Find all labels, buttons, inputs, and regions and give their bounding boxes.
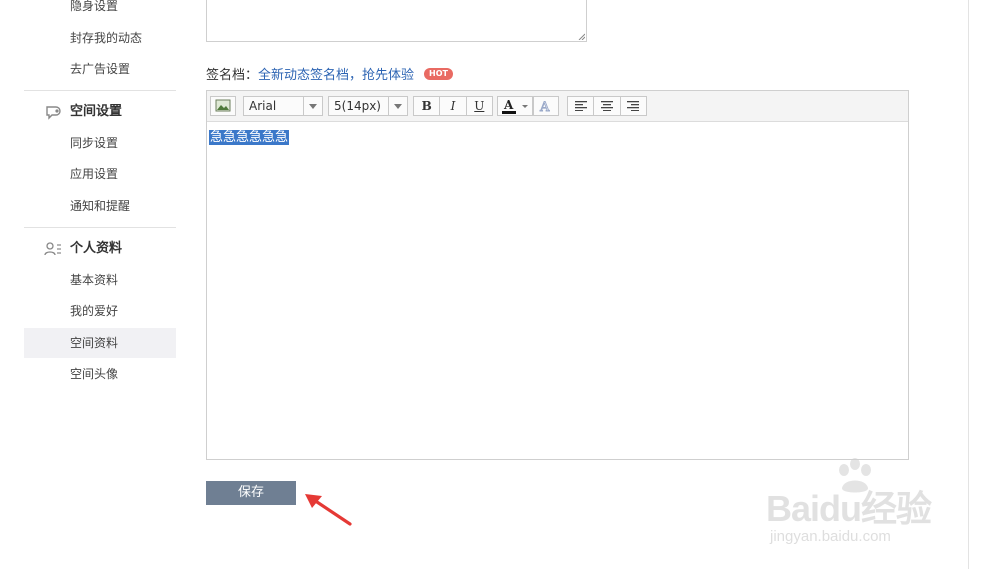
resize-grip-icon[interactable] — [577, 32, 585, 40]
bold-button[interactable]: B — [414, 97, 441, 115]
font-size-value: 5(14px) — [334, 99, 381, 113]
save-button[interactable]: 保存 — [206, 481, 296, 505]
sidebar-item-archive-feed[interactable]: 封存我的动态 — [24, 23, 176, 53]
insert-image-button[interactable] — [210, 96, 236, 116]
align-right-icon — [627, 101, 640, 111]
sidebar-divider — [24, 90, 176, 91]
align-left-button[interactable] — [568, 97, 595, 115]
text-style-group: B I U — [413, 96, 493, 116]
watermark-title: Baidu经验 — [766, 488, 932, 529]
alignment-group — [567, 96, 647, 116]
sidebar-divider — [24, 227, 176, 228]
sidebar-item-hobbies[interactable]: 我的爱好 — [24, 296, 176, 326]
underline-button[interactable]: U — [467, 97, 492, 115]
font-effect-icon: A — [539, 100, 551, 116]
italic-button[interactable]: I — [440, 97, 467, 115]
sidebar-item-app-settings[interactable]: 应用设置 — [24, 159, 176, 189]
align-center-icon — [600, 101, 613, 111]
font-color-icon: A — [502, 98, 528, 114]
align-left-icon — [574, 101, 587, 111]
signature-promo-link[interactable]: 全新动态签名档，抢先体验 — [258, 64, 414, 83]
sidebar-section-profile: 个人资料 — [24, 234, 176, 264]
previous-textarea[interactable] — [206, 0, 587, 42]
sidebar-item-space-info[interactable]: 空间资料 — [24, 328, 176, 358]
watermark-url: jingyan.baidu.com — [770, 528, 891, 545]
sidebar-section-space-settings: 空间设置 — [24, 97, 176, 127]
image-icon — [215, 99, 231, 112]
editor-toolbar: Arial 5(14px) B I U A A — [207, 91, 908, 122]
sidebar-item-basic-info[interactable]: 基本资料 — [24, 265, 176, 295]
sidebar-item-sync-settings[interactable]: 同步设置 — [24, 128, 176, 158]
font-color-button[interactable]: A — [497, 96, 533, 116]
signature-label: 签名档： — [206, 68, 259, 83]
editor-content-area[interactable]: 急急急急急急 — [207, 122, 908, 459]
font-effect-button[interactable]: A — [533, 96, 559, 116]
sidebar-item-space-avatar[interactable]: 空间头像 — [24, 359, 176, 389]
hot-badge: HOT — [424, 67, 453, 80]
editor-selected-text[interactable]: 急急急急急急 — [209, 130, 290, 145]
signature-editor: Arial 5(14px) B I U A A 急急急急急急 — [206, 90, 909, 460]
font-family-select[interactable]: Arial — [243, 96, 323, 116]
chevron-down-icon — [388, 97, 407, 115]
sidebar-section-title: 空间设置 — [70, 104, 123, 119]
signature-label-row: 签名档： 全新动态签名档，抢先体验 HOT — [206, 64, 453, 83]
red-arrow-annotation — [305, 494, 352, 526]
sidebar-item-invisible-settings[interactable]: 隐身设置 — [24, 0, 176, 21]
svg-text:A: A — [503, 98, 514, 112]
chevron-down-icon — [303, 97, 322, 115]
align-center-button[interactable] — [594, 97, 621, 115]
baidu-watermark: Baidu经验 jingyan.baidu.com — [758, 458, 968, 553]
sidebar-section-title: 个人资料 — [70, 241, 123, 256]
sidebar-item-ad-settings[interactable]: 去广告设置 — [24, 54, 176, 84]
space-settings-icon — [46, 106, 61, 120]
svg-text:A: A — [539, 100, 550, 115]
font-size-select[interactable]: 5(14px) — [328, 96, 408, 116]
font-family-value: Arial — [249, 99, 277, 113]
profile-icon — [44, 242, 61, 256]
sidebar-item-notifications[interactable]: 通知和提醒 — [24, 191, 176, 221]
align-right-button[interactable] — [621, 97, 646, 115]
